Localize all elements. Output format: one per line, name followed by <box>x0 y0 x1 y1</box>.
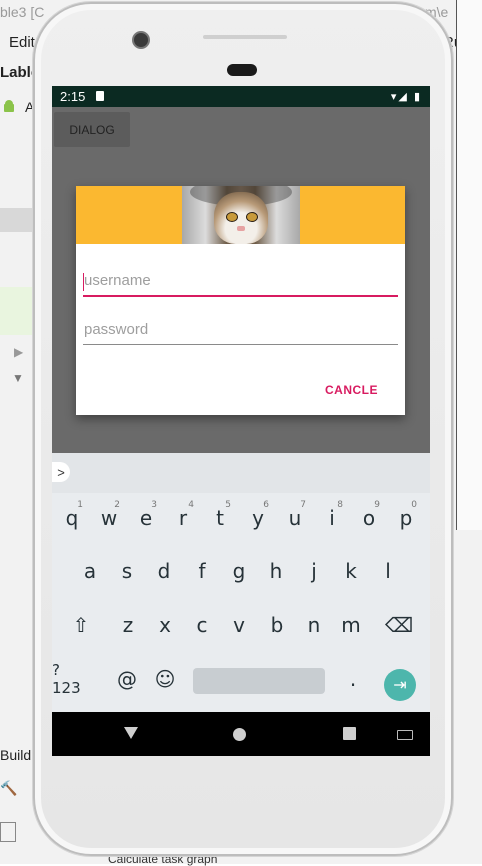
tree-expand-icon[interactable]: ▶ <box>14 345 23 359</box>
status-icons: ▾◢ ▮ <box>390 91 422 103</box>
status-bar: 2:15 ▾◢ ▮ <box>52 86 430 107</box>
ide-selected-row[interactable] <box>0 208 34 232</box>
camera-icon <box>132 31 150 49</box>
key-t-label: t <box>216 506 224 530</box>
key-v[interactable]: v <box>224 605 254 645</box>
key-z[interactable]: z <box>113 605 143 645</box>
key-e-hint: 3 <box>151 500 157 510</box>
key-d[interactable]: d <box>149 551 179 591</box>
ide-menu-edit[interactable]: Edit <box>9 34 35 51</box>
emoji-key[interactable]: ☺ <box>150 659 180 699</box>
symbols-key[interactable]: ?123 <box>52 659 84 699</box>
key-u[interactable]: u7 <box>280 498 310 538</box>
key-w[interactable]: w2 <box>94 498 124 538</box>
key-c[interactable]: c <box>187 605 217 645</box>
key-r-hint: 4 <box>188 500 194 510</box>
key-o-hint: 9 <box>374 500 380 510</box>
username-placeholder: username <box>84 272 151 289</box>
ide-right-panel <box>456 0 482 530</box>
key-b[interactable]: b <box>262 605 292 645</box>
backspace-key[interactable]: ⌫ <box>384 605 414 645</box>
key-j[interactable]: j <box>299 551 329 591</box>
key-k[interactable]: k <box>336 551 366 591</box>
key-x[interactable]: x <box>150 605 180 645</box>
app-content: DIALOG username password CANCLE <box>52 107 430 453</box>
terminal-icon[interactable] <box>0 822 16 842</box>
key-i-label: i <box>329 506 335 530</box>
key-y[interactable]: y6 <box>243 498 273 538</box>
sd-card-icon <box>96 91 104 101</box>
earpiece <box>203 35 287 39</box>
key-p-hint: 0 <box>411 500 417 510</box>
key-u-hint: 7 <box>300 500 306 510</box>
key-s[interactable]: s <box>112 551 142 591</box>
login-dialog: username password CANCLE <box>76 186 405 415</box>
key-m[interactable]: m <box>336 605 366 645</box>
password-placeholder: password <box>84 321 149 338</box>
password-input[interactable]: password <box>83 320 398 345</box>
at-key[interactable]: @ <box>112 659 142 699</box>
period-key[interactable]: . <box>338 659 368 699</box>
android-icon <box>4 100 14 112</box>
key-w-hint: 2 <box>114 500 120 510</box>
ide-build-tab[interactable]: Build <box>0 747 31 763</box>
key-p[interactable]: p0 <box>391 498 421 538</box>
expand-suggestions-icon[interactable]: > <box>52 462 70 482</box>
key-t[interactable]: t5 <box>205 498 235 538</box>
back-icon[interactable] <box>124 727 138 739</box>
cat-image <box>182 186 300 244</box>
dialog-header <box>76 186 405 244</box>
key-y-label: y <box>252 506 264 530</box>
key-g[interactable]: g <box>224 551 254 591</box>
recents-icon[interactable] <box>343 727 356 740</box>
shift-key[interactable]: ⇧ <box>66 605 96 645</box>
key-l[interactable]: l <box>373 551 403 591</box>
hammer-icon[interactable]: 🔨 <box>0 780 17 797</box>
key-n[interactable]: n <box>299 605 329 645</box>
status-time: 2:15 <box>60 89 86 104</box>
key-y-hint: 6 <box>263 500 269 510</box>
space-key[interactable] <box>193 668 325 694</box>
key-r-label: r <box>178 506 188 530</box>
dialog-button[interactable]: DIALOG <box>54 112 130 147</box>
enter-key[interactable]: ⇥ <box>384 669 416 701</box>
navigation-bar <box>52 712 430 756</box>
key-t-hint: 5 <box>225 500 231 510</box>
home-icon[interactable] <box>233 728 246 741</box>
tree-collapse-icon[interactable]: ▼ <box>12 371 24 385</box>
cancel-button[interactable]: CANCLE <box>325 383 378 397</box>
key-i-hint: 8 <box>337 500 343 510</box>
key-o[interactable]: o9 <box>354 498 384 538</box>
username-input[interactable]: username <box>83 271 398 297</box>
soft-keyboard: q1w2e3r4t5y6u7i8o9p0 asdfghjkl ⇧ z x c v b n m ⌫… <box>52 493 430 712</box>
ide-window-title: ble3 [C <box>0 4 45 20</box>
key-a[interactable]: a <box>75 551 105 591</box>
speaker <box>227 64 257 76</box>
keyboard-switch-icon[interactable] <box>397 730 413 740</box>
key-q-hint: 1 <box>77 500 83 510</box>
key-f[interactable]: f <box>187 551 217 591</box>
suggestion-strip: > <box>52 453 430 493</box>
ide-highlight-row <box>0 287 34 335</box>
key-h[interactable]: h <box>261 551 291 591</box>
key-q[interactable]: q1 <box>57 498 87 538</box>
key-i[interactable]: i8 <box>317 498 347 538</box>
key-r[interactable]: r4 <box>168 498 198 538</box>
emulator-screen: 2:15 ▾◢ ▮ DIALOG username password CANCL… <box>52 86 430 756</box>
key-e[interactable]: e3 <box>131 498 161 538</box>
